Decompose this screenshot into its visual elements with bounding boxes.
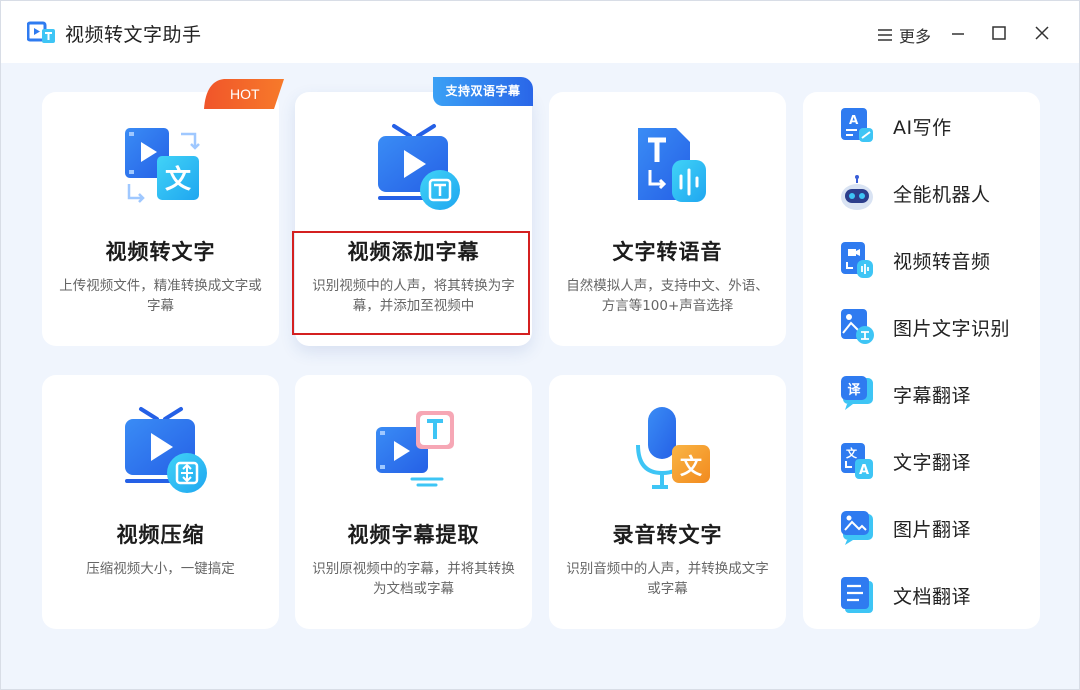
card-title: 视频转文字 (105, 240, 216, 264)
bilingual-subtitle-badge: 支持双语字幕 (433, 77, 533, 106)
card-title: 视频添加字幕 (347, 240, 480, 264)
card-description: 自然模拟人声，支持中文、外语、方言等100+声音选择 (566, 278, 769, 314)
sidebar-item-robot[interactable]: 全能机器人 (837, 171, 1027, 215)
app-window: 视频转文字助手 更多 文 视频转文字 上传视频文件，精准转换成文字或字幕 视频添… (0, 0, 1080, 690)
card-title: 录音转文字 (612, 523, 723, 547)
card-description: 压缩视频大小，一键搞定 (86, 561, 235, 577)
sidebar-item-label: 视频转音频 (893, 250, 991, 273)
image-translate-icon (841, 511, 873, 545)
card-title: 视频字幕提取 (347, 523, 480, 547)
more-label: 更多 (899, 27, 932, 46)
more-menu-button[interactable]: 更多 (877, 23, 931, 47)
svg-text:A: A (849, 113, 859, 127)
card-video-add-subtitle[interactable]: 视频添加字幕 识别视频中的人声，将其转换为字幕，并添加至视频中 (295, 92, 532, 346)
sidebar-item-label: 图片翻译 (893, 518, 972, 541)
svg-text:文: 文 (164, 164, 191, 195)
card-description: 上传视频文件，精准转换成文字或字幕 (59, 278, 262, 314)
video-compress-icon (124, 407, 207, 493)
card-title: 视频压缩 (116, 523, 205, 547)
app-title: 视频转文字助手 (65, 24, 202, 46)
card-text-to-speech[interactable]: 文字转语音 自然模拟人声，支持中文、外语、方言等100+声音选择 (549, 92, 786, 346)
card-audio-to-text[interactable]: 文 录音转文字 识别音频中的人声，并转换成文字或字幕 (549, 375, 786, 629)
sidebar-item-label: 文字翻译 (893, 451, 972, 474)
sidebar-item-video-to-audio[interactable]: 视频转音频 (837, 238, 1027, 282)
image-ocr-icon (841, 309, 874, 344)
video-to-text-icon: 文 (124, 128, 200, 203)
svg-text:文: 文 (846, 446, 858, 460)
card-description: 识别原视频中的字幕，并将其转换为文档或字幕 (312, 561, 515, 597)
sidebar-item-label: AI写作 (893, 116, 952, 139)
subtitle-extract-icon (375, 411, 454, 487)
microphone-icon: 文 (635, 407, 710, 489)
subtitle-translate-icon: 译 (841, 376, 873, 410)
ai-writing-icon: A (841, 108, 873, 142)
sidebar-item-label: 图片文字识别 (893, 317, 1011, 340)
tv-subtitle-icon (377, 124, 460, 210)
sidebar-item-text-translate[interactable]: 文 A 文字翻译 (837, 439, 1027, 483)
card-title: 文字转语音 (612, 240, 723, 264)
sidebar-item-ai-writing[interactable]: A AI写作 (837, 104, 1027, 148)
sidebar-item-label: 字幕翻译 (893, 384, 972, 407)
sidebar-item-label: 文档翻译 (893, 585, 972, 608)
hot-badge-label: HOT (230, 86, 260, 102)
menu-icon (878, 29, 892, 41)
svg-text:文: 文 (679, 454, 702, 480)
tools-sidebar: A AI写作 全能机器人 视频转音频 图片文字识别 译 字幕翻译 文 A 文字翻… (803, 92, 1040, 629)
sidebar-item-subtitle-translate[interactable]: 译 字幕翻译 (837, 372, 1027, 416)
app-logo-icon (27, 21, 55, 43)
robot-icon (841, 175, 873, 210)
sidebar-item-document-translate[interactable]: 文档翻译 (837, 573, 1027, 617)
card-subtitle-extract[interactable]: 视频字幕提取 识别原视频中的字幕，并将其转换为文档或字幕 (295, 375, 532, 629)
card-video-to-text[interactable]: 文 视频转文字 上传视频文件，精准转换成文字或字幕 (42, 92, 279, 346)
sidebar-item-label: 全能机器人 (893, 183, 991, 206)
minimize-icon[interactable] (948, 23, 968, 43)
card-description: 识别视频中的人声，将其转换为字幕，并添加至视频中 (312, 278, 515, 314)
sidebar-item-image-ocr[interactable]: 图片文字识别 (837, 305, 1027, 349)
close-icon[interactable] (1032, 23, 1052, 43)
card-description: 识别音频中的人声，并转换成文字或字幕 (566, 561, 769, 597)
card-video-compress[interactable]: 视频压缩 压缩视频大小，一键搞定 (42, 375, 279, 629)
sidebar-item-image-translate[interactable]: 图片翻译 (837, 506, 1027, 550)
document-translate-icon (841, 577, 873, 613)
title-bar: 视频转文字助手 更多 (1, 1, 1079, 63)
text-translate-icon: 文 A (841, 443, 873, 479)
svg-text:译: 译 (847, 383, 861, 398)
maximize-icon[interactable] (989, 23, 1009, 43)
svg-text:A: A (859, 463, 869, 478)
video-to-audio-icon (841, 242, 873, 278)
text-to-speech-icon (637, 128, 706, 202)
